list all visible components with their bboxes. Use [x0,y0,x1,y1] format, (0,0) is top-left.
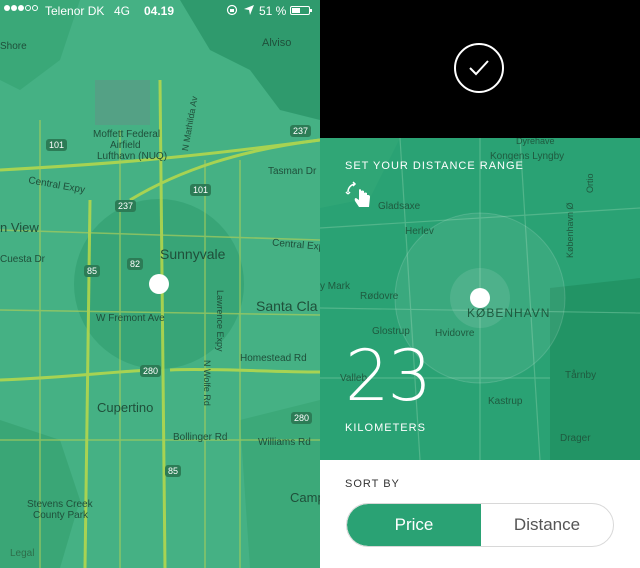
battery-icon [290,6,312,15]
map-label-county-park: County Park [33,510,89,521]
map-label-sunnyvale: Sunnyvale [160,246,226,262]
map-label-williams: Williams Rd [258,437,311,448]
map-label-shore: Shore [0,41,27,52]
map-label-dyrehave: Dyrehave [516,138,555,146]
map-label-tasman: Tasman Dr [268,166,317,177]
map-label-fremont: W Fremont Ave [96,313,165,324]
map-label-kastrup: Kastrup [488,396,523,407]
pinch-gesture-icon [345,181,370,207]
map-label-cupertino: Cupertino [97,400,154,415]
map-label-tarnby: Tårnby [565,370,597,381]
map-label-santa-cla: Santa Cla [256,298,318,314]
location-arrow-icon [244,5,254,15]
highway-shield-85: 85 [165,465,182,477]
status-bar: Telenor DK 4G 04.19 51 % [0,0,320,22]
confirm-bar [320,0,640,138]
sort-distance-button[interactable]: Distance [481,504,613,546]
map-view[interactable]: Alviso Moffett Federal Airfield Lufthavn… [0,0,320,568]
map-label-airfield: Airfield [110,140,141,151]
highway-shield-85: 85 [84,265,101,277]
clock: 04.19 [144,4,175,18]
range-title: SET YOUR DISTANCE RANGE [345,160,524,172]
distance-settings-screen: Dyrehave Kongens Lyngby Gladsaxe Herlev … [320,0,640,568]
highway-shield-280: 280 [291,412,313,424]
distance-unit: KILOMETERS [345,422,426,434]
map-label-rodovre: Rødovre [360,291,399,302]
rotation-lock-icon [226,4,238,16]
map-label-cuesta: Cuesta Dr [0,254,46,265]
confirm-button[interactable] [454,43,504,93]
map-label-ortho: Ortio [585,173,595,193]
map-label-lawrence: Lawrence Expy [215,290,225,352]
map-label-herlev: Herlev [405,226,434,237]
signal-strength-icon [4,5,38,11]
map-label-mark: y Mark [320,281,350,292]
sort-section: SORT BY Price Distance [320,460,640,568]
highway-shield-280: 280 [140,365,162,377]
sort-segmented-control: Price Distance [346,503,614,547]
carrier-name: Telenor DK [45,4,105,18]
map-label-homestead: Homestead Rd [240,353,307,364]
map-label-gladsaxe: Gladsaxe [378,201,421,212]
map-label-hvidovre: Hvidovre [435,328,475,339]
highway-shield-101: 101 [46,139,68,151]
map-label-alviso: Alviso [262,37,292,49]
map-label-kobenhavn-o: København Ø [565,202,575,258]
highway-shield-237: 237 [290,125,312,137]
sort-title: SORT BY [345,478,400,490]
map-label-moffett: Moffett Federal [93,129,161,140]
legal-link[interactable]: Legal [10,548,34,559]
map-label-view: n View [0,220,39,235]
map-label-camp: Camp [290,490,320,505]
highway-shield-82: 82 [127,258,144,270]
checkmark-icon [469,60,489,76]
map-label-bollinger: Bollinger Rd [173,432,228,443]
map-label-drager: Drager [560,433,591,444]
map-label-wolfe: N Wolfe Rd [202,360,212,406]
battery-percentage: 51 % [259,4,287,18]
map-label-lufthavn: Lufthavn (NUQ) [97,151,168,162]
map-background[interactable] [0,0,320,568]
highway-shield-237: 237 [115,200,137,212]
distance-range-panel[interactable]: Dyrehave Kongens Lyngby Gladsaxe Herlev … [320,138,640,460]
distance-value: 23 [345,335,432,417]
highway-shield-101: 101 [190,184,212,196]
sort-price-button[interactable]: Price [347,504,481,546]
network-type: 4G [114,4,131,18]
map-label-kobenhavn: KØBENHAVN [467,306,551,320]
map-label-stevens: Stevens Creek [27,499,93,510]
